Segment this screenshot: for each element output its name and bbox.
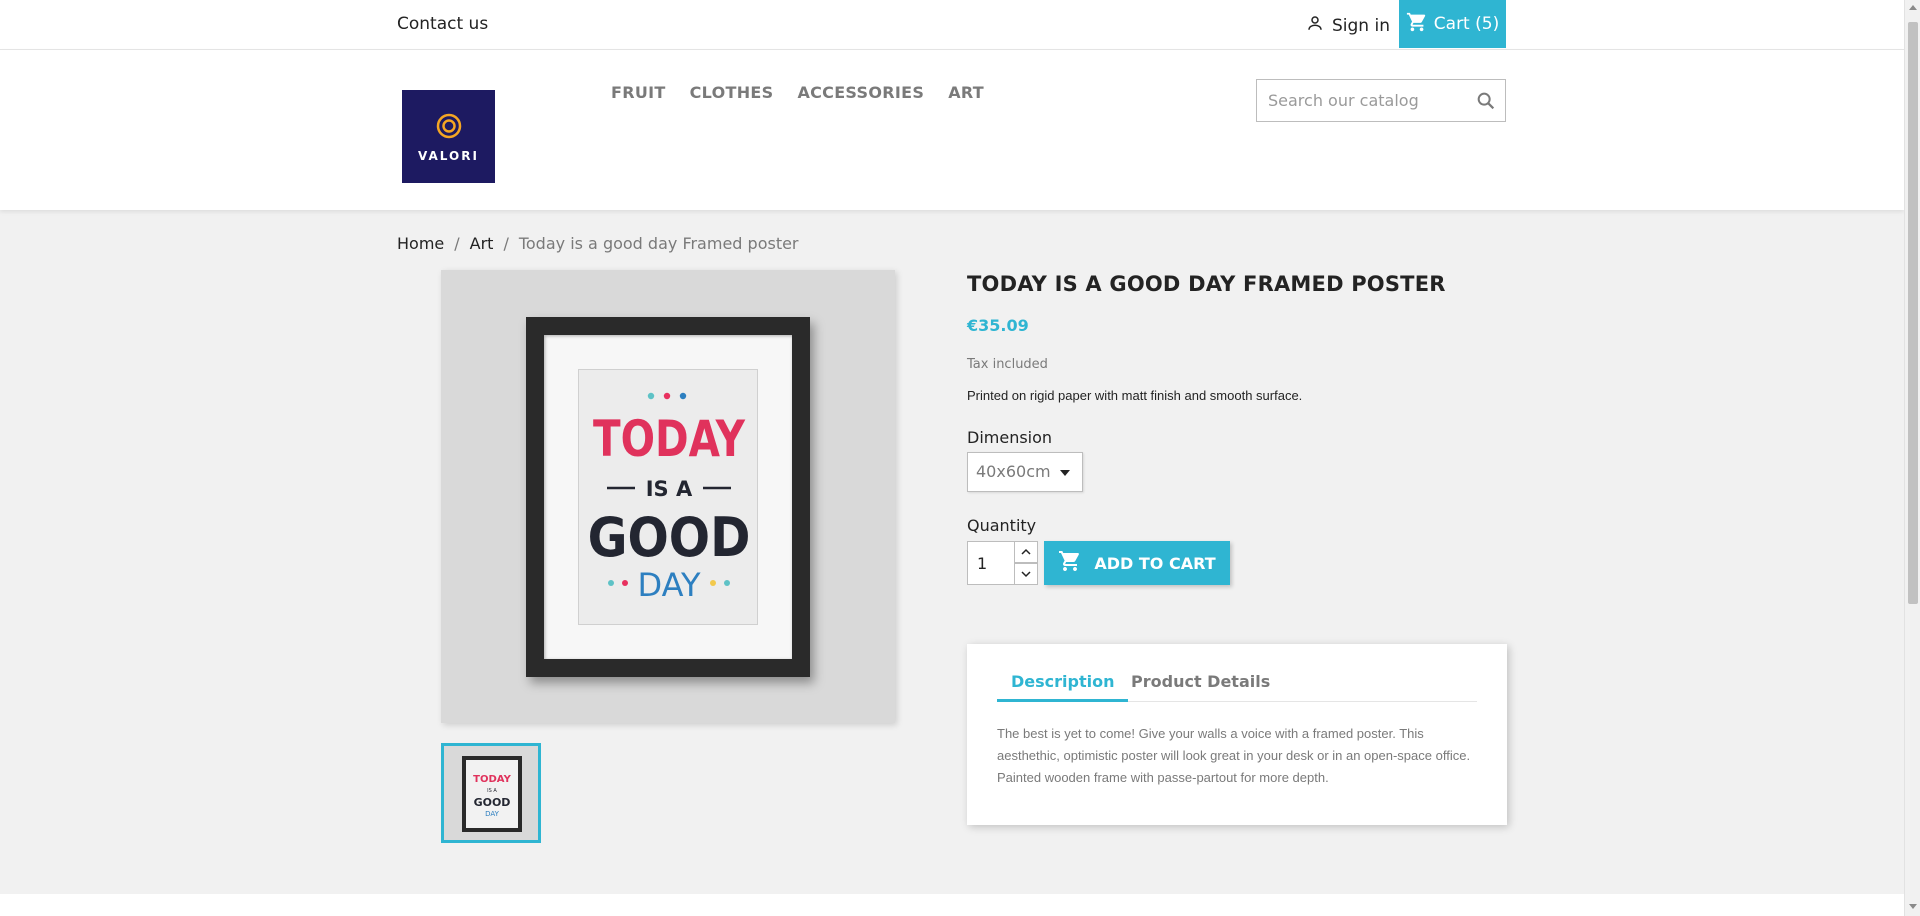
cart-button[interactable]: Cart (5)	[1399, 0, 1506, 48]
tab-description[interactable]: Description	[997, 672, 1129, 702]
valori-logo[interactable]: VALORI	[402, 90, 495, 183]
breadcrumb-separator: /	[454, 234, 460, 253]
footer-strip	[0, 894, 1904, 916]
cart-icon	[1406, 11, 1428, 38]
search-box	[1256, 79, 1506, 122]
sign-in-link[interactable]: Sign in	[1306, 14, 1390, 37]
svg-text:IS A: IS A	[487, 788, 497, 794]
product-cover-image[interactable]: TODAY IS A GOOD DAY	[441, 270, 895, 723]
top-nav-bar: Contact us Sign in Cart (5)	[0, 0, 1904, 50]
dimension-label: Dimension	[967, 428, 1053, 447]
svg-text:GOOD: GOOD	[474, 796, 511, 809]
logo-text: VALORI	[418, 148, 479, 163]
scrollbar-thumb[interactable]	[1908, 22, 1918, 604]
site-header: VALORI FRUIT CLOTHES ACCESSORIES ART	[0, 50, 1904, 210]
tab-row: Description Product Details	[997, 672, 1477, 702]
dimension-select[interactable]: 40x60cm	[967, 452, 1083, 492]
product-title: TODAY IS A GOOD DAY FRAMED POSTER	[967, 272, 1446, 296]
sign-in-label: Sign in	[1332, 15, 1390, 36]
poster-line3: GOOD	[588, 507, 751, 570]
poster-frame: TODAY IS A GOOD DAY	[526, 317, 810, 677]
breadcrumb-art[interactable]: Art	[470, 234, 494, 253]
search-input[interactable]	[1257, 80, 1457, 121]
scroll-down-icon[interactable]	[1909, 904, 1917, 909]
poster-line1: TODAY	[593, 411, 746, 469]
poster-print: TODAY IS A GOOD DAY	[578, 369, 758, 625]
breadcrumb-current: Today is a good day Framed poster	[518, 234, 799, 253]
search-icon[interactable]	[1475, 90, 1497, 116]
menu-item-clothes[interactable]: CLOTHES	[690, 83, 774, 102]
cart-label: Cart (5)	[1433, 14, 1500, 34]
product-tabs: Description Product Details The best is …	[967, 644, 1507, 825]
tax-label: Tax included	[967, 357, 1048, 372]
quantity-input[interactable]	[967, 541, 1015, 585]
svg-text:DAY: DAY	[485, 810, 500, 818]
product-thumbnail[interactable]: TODAY IS A GOOD DAY	[441, 743, 541, 843]
poster-mat: TODAY IS A GOOD DAY	[544, 335, 792, 659]
scroll-up-icon[interactable]	[1909, 5, 1917, 10]
menu-item-art[interactable]: ART	[948, 83, 984, 102]
breadcrumb-separator: /	[503, 234, 509, 253]
svg-text:TODAY: TODAY	[473, 774, 511, 785]
caret-down-icon	[1060, 470, 1070, 476]
poster-line4: DAY	[637, 566, 700, 604]
add-to-cart-label: ADD TO CART	[1094, 553, 1216, 573]
menu-item-accessories[interactable]: ACCESSORIES	[797, 83, 924, 102]
short-description: Printed on rigid paper with matt finish …	[967, 388, 1303, 403]
tab-product-details[interactable]: Product Details	[1131, 672, 1270, 699]
user-icon	[1306, 14, 1324, 37]
description-text: The best is yet to come! Give your walls…	[997, 726, 1471, 785]
main-menu: FRUIT CLOTHES ACCESSORIES ART	[611, 83, 984, 102]
quantity-increment-button[interactable]	[1014, 541, 1038, 563]
logo-ring-icon	[436, 113, 461, 138]
thumbnail-mat: TODAY IS A GOOD DAY	[466, 760, 518, 828]
breadcrumb: Home / Art / Today is a good day Framed …	[397, 234, 799, 253]
contact-us-link[interactable]: Contact us	[397, 14, 488, 34]
chevron-down-icon	[1021, 571, 1031, 578]
product-price: €35.09	[967, 316, 1029, 335]
dimension-value: 40x60cm	[976, 462, 1051, 481]
breadcrumb-home[interactable]: Home	[397, 234, 444, 253]
quantity-label: Quantity	[967, 516, 1037, 535]
chevron-up-icon	[1021, 548, 1031, 555]
page-scrollbar[interactable]	[1904, 0, 1920, 916]
add-to-cart-button[interactable]: ADD TO CART	[1044, 541, 1230, 585]
poster-line2: IS A	[646, 477, 693, 501]
thumbnail-frame: TODAY IS A GOOD DAY	[462, 756, 522, 832]
menu-item-fruit[interactable]: FRUIT	[611, 83, 666, 102]
quantity-decrement-button[interactable]	[1014, 563, 1038, 585]
cart-icon	[1058, 549, 1082, 577]
